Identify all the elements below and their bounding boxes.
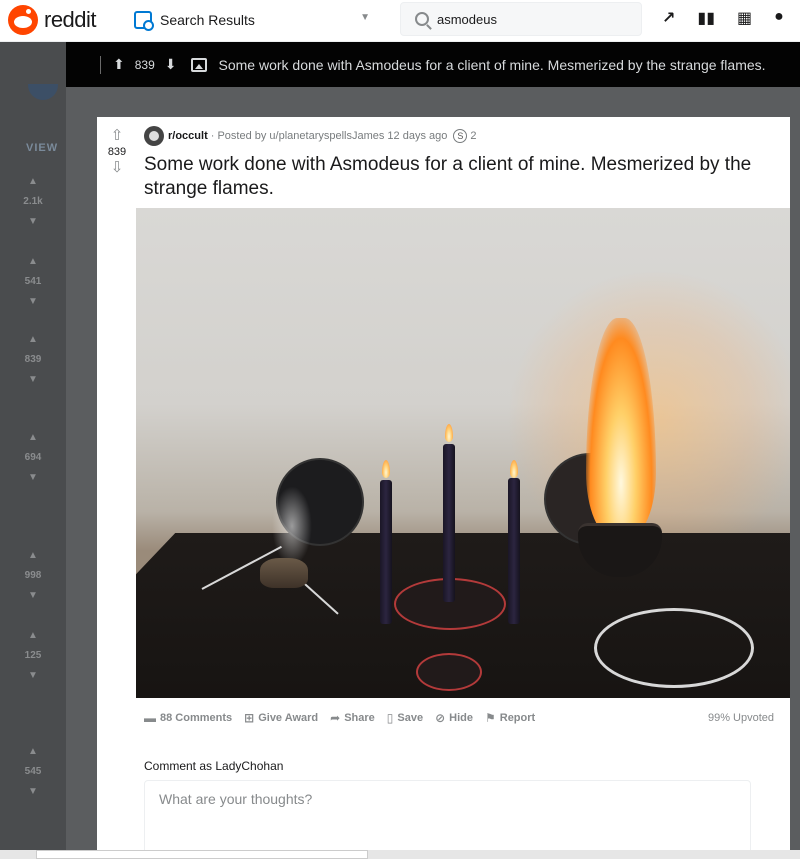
reddit-logo[interactable]: reddit: [8, 5, 97, 35]
post-card: ⇧ 839 ⇩ r/occult · Posted by u/planetary…: [97, 117, 790, 859]
posted-by[interactable]: · Posted by u/planetaryspellsJames 12 da…: [211, 130, 448, 142]
chevron-down-icon: ▼: [360, 12, 370, 23]
incense-burner: [260, 558, 308, 588]
downvote-icon[interactable]: ⬇: [165, 56, 177, 73]
background-feed: VIEW ▲ 2.1k ▼ ▲ 541 ▼ ▲ 839 ▼ ▲ 694 ▼ ▲ 998 ▼ ▲ 125…: [0, 42, 66, 850]
feed-score: ▲ 998 ▼: [24, 550, 42, 601]
candle-flame: [382, 460, 390, 478]
view-label: VIEW: [26, 142, 59, 154]
comment-textarea[interactable]: What are your thoughts?: [144, 780, 751, 859]
black-candle: [380, 480, 392, 624]
stats-icon[interactable]: ▮▮: [697, 8, 715, 28]
post-title: Some work done with Asmodeus for a clien…: [144, 154, 752, 199]
upvote-button[interactable]: ⇧: [97, 127, 137, 145]
qr-icon[interactable]: ▦: [737, 8, 752, 28]
feed-score: ▲ 545 ▼: [24, 746, 42, 797]
feed-score: ▲ 541 ▼: [24, 256, 42, 307]
upvote-icon[interactable]: ⬆: [113, 56, 125, 73]
downvote-button[interactable]: ⇩: [97, 159, 137, 177]
candle-flame: [445, 424, 453, 442]
post-image[interactable]: [136, 208, 790, 698]
share-button[interactable]: ➦ Share: [330, 711, 375, 725]
flag-icon: ⚑: [484, 711, 496, 725]
feed-score: ▲ 694 ▼: [24, 432, 42, 483]
location-dropdown[interactable]: Search Results ▼: [130, 6, 380, 34]
search-icon: [415, 12, 429, 26]
post-meta: r/occult · Posted by u/planetaryspellsJa…: [144, 125, 477, 147]
gift-icon: ⊞: [244, 711, 255, 725]
upvote-ratio: 99% Upvoted: [707, 712, 774, 724]
post-bar-title: Some work done with Asmodeus for a clien…: [218, 56, 766, 73]
subreddit-link[interactable]: r/occult: [168, 130, 208, 142]
award-count: 2: [470, 130, 477, 142]
black-candle: [508, 478, 520, 624]
post-header-bar: ⬆ 839 ⬇ Some work done with Asmodeus for…: [66, 42, 800, 87]
search-value: asmodeus: [437, 11, 497, 27]
reddit-snoo-icon: [8, 5, 38, 35]
candle-flame: [510, 460, 518, 478]
logo-text: reddit: [44, 7, 97, 32]
chat-icon[interactable]: ●: [774, 8, 784, 28]
search-results-icon: [134, 11, 154, 31]
chalk-sigil: [594, 608, 754, 688]
incense-smoke: [272, 486, 312, 566]
report-button[interactable]: ⚑ Report: [485, 711, 535, 725]
award-icon: S: [453, 129, 468, 143]
top-header: reddit Search Results ▼ asmodeus ↗ ▮▮ ▦ …: [0, 0, 800, 42]
feed-score: ▲ 839 ▼: [24, 334, 42, 385]
header-icons: ↗ ▮▮ ▦ ●: [662, 8, 784, 28]
comments-button[interactable]: ▬ 88 Comments: [144, 711, 232, 725]
black-candle: [443, 444, 455, 602]
avatar: [28, 84, 58, 100]
save-button[interactable]: ▯ Save: [387, 711, 423, 725]
divider: [100, 55, 101, 74]
search-input[interactable]: asmodeus: [400, 2, 642, 36]
vote-column: ⇧ 839 ⇩: [97, 117, 137, 177]
feed-score: ▲ 2.1k ▼: [23, 176, 43, 227]
post-actions: ▬ 88 Comments ⊞ Give Award ➦ Share ▯ Save ⊘ H…: [144, 708, 535, 728]
location-label: Search Results: [160, 12, 255, 28]
hide-button[interactable]: ⊘ Hide: [435, 711, 473, 725]
comment-placeholder: What are your thoughts?: [159, 791, 313, 807]
post-bar-score: 839: [134, 57, 155, 72]
taskbar-search[interactable]: [36, 850, 368, 859]
hide-icon: ⊘: [435, 711, 446, 725]
os-taskbar: [0, 850, 800, 859]
share-icon: ➦: [330, 711, 341, 725]
bookmark-icon: ▯: [386, 711, 394, 725]
feed-score: ▲ 125 ▼: [24, 630, 42, 681]
comment-icon: ▬: [144, 711, 156, 725]
post-score: 839: [107, 146, 127, 158]
comment-as-label: Comment as LadyChohan: [144, 759, 284, 773]
image-post-icon: [190, 57, 207, 72]
give-award-button[interactable]: ⊞ Give Award: [244, 711, 318, 725]
trending-icon[interactable]: ↗: [662, 8, 675, 28]
subreddit-icon[interactable]: [144, 126, 164, 146]
seal-plate-small: [416, 653, 482, 691]
